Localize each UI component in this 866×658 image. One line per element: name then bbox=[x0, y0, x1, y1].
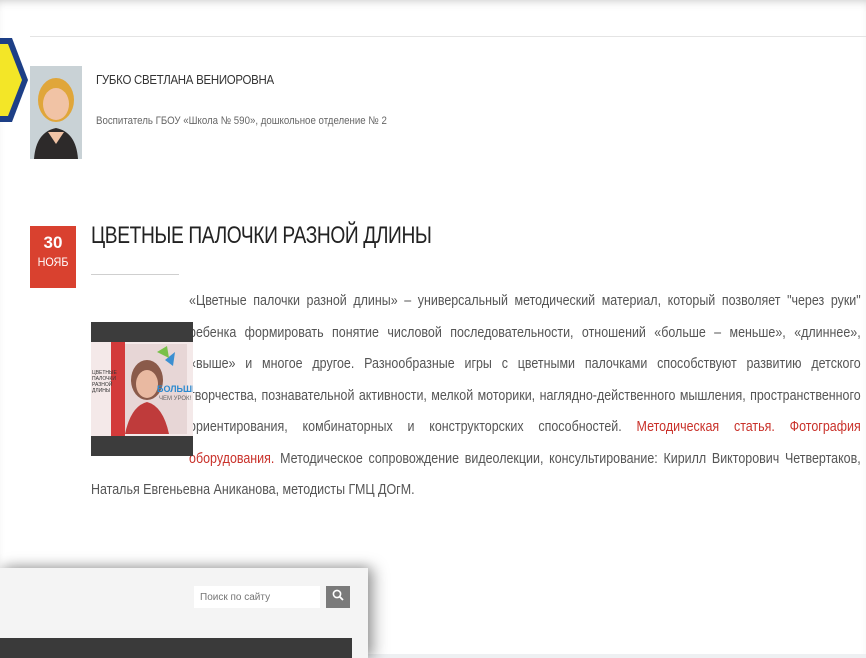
link-method-article[interactable]: Методическая статья. bbox=[637, 419, 775, 435]
author-avatar bbox=[30, 66, 82, 159]
article-text: «Цветные палочки разной длины» – универс… bbox=[91, 286, 861, 507]
article-thumbnail[interactable]: ЦВЕТНЫЕ ПАЛОЧКИ РАЗНОЙ ДЛИНЫ БОЛЬШЕ ЧЕМ … bbox=[91, 322, 193, 456]
search-input[interactable] bbox=[194, 586, 320, 608]
article-body: «Цветные палочки разной длины» – универс… bbox=[91, 286, 861, 507]
date-badge: 30 НОЯБ bbox=[30, 226, 76, 288]
search-icon bbox=[332, 588, 344, 606]
yellow-badge-icon bbox=[0, 30, 30, 130]
date-day: 30 bbox=[43, 233, 63, 252]
article-text-part1: «Цветные палочки разной длины» – универс… bbox=[189, 293, 861, 435]
search-widget bbox=[0, 568, 368, 658]
author-name[interactable]: ГУБКО СВЕТЛАНА ВЕНИОРОВНА bbox=[96, 72, 274, 87]
title-divider bbox=[91, 274, 179, 275]
thumbnail-brand-big: БОЛЬШЕ bbox=[157, 384, 193, 394]
thumbnail-brand-small: ЧЕМ УРОК! bbox=[159, 396, 192, 402]
thumbnail-left-text: ЦВЕТНЫЕ ПАЛОЧКИ РАЗНОЙ ДЛИНЫ bbox=[92, 370, 117, 394]
date-month: НОЯБ bbox=[37, 255, 69, 269]
dark-menu-bar bbox=[0, 638, 352, 658]
top-divider bbox=[30, 36, 866, 37]
author-role: Воспитатель ГБОУ «Школа № 590», дошкольн… bbox=[96, 115, 387, 127]
page: ГУБКО СВЕТЛАНА ВЕНИОРОВНА Воспитатель ГБ… bbox=[0, 0, 866, 658]
search-button[interactable] bbox=[326, 586, 350, 608]
article-title[interactable]: ЦВЕТНЫЕ ПАЛОЧКИ РАЗНОЙ ДЛИНЫ bbox=[91, 222, 432, 250]
